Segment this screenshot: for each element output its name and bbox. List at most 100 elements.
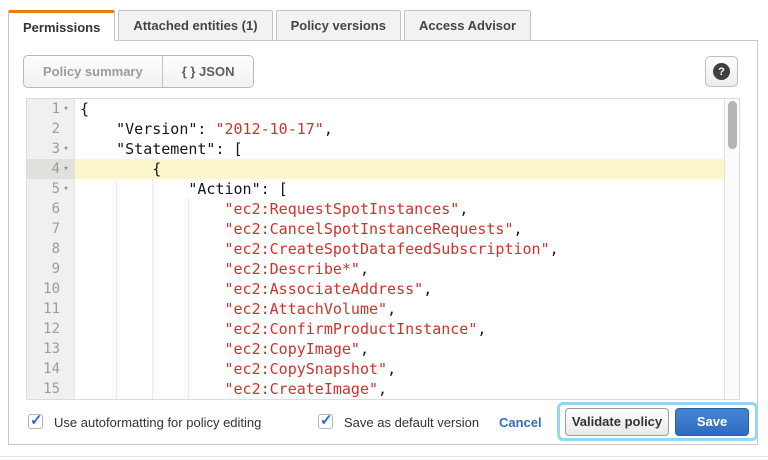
code-line-13: "ec2:CopyImage", [75,339,724,359]
json-plain-token [80,300,225,318]
save-default-version-checkbox[interactable]: ✓ [318,414,333,429]
code-line-1: { [75,99,724,119]
json-plain-token: , [459,200,468,218]
line-number: 5 [52,181,60,197]
fold-arrow-icon[interactable]: ▾ [60,164,72,174]
checkmark-icon: ✓ [30,411,43,429]
permissions-panel: Policy summary { } JSON ? 1▾23▾4▾5▾67891… [8,40,758,445]
tab-policy-versions[interactable]: Policy versions [276,10,401,40]
line-number: 12 [43,321,60,337]
tab-attached-entities[interactable]: Attached entities (1) [118,10,272,40]
gutter-line-6: 6 [27,199,74,219]
json-plain-token [80,320,225,338]
json-string-token: "ec2:AttachVolume" [225,300,388,318]
json-plain-token: , [378,380,387,398]
json-plain-token: , [387,360,396,378]
line-number: 8 [52,241,60,257]
json-view-button[interactable]: { } JSON [163,56,254,87]
tab-access-advisor-label: Access Advisor [419,18,516,33]
tab-policy-versions-label: Policy versions [291,18,386,33]
gutter-line-3[interactable]: 3▾ [27,139,74,159]
json-plain-token [80,200,225,218]
code-line-7: "ec2:CancelSpotInstanceRequests", [75,219,724,239]
editor-scrollbar-thumb[interactable] [728,101,737,149]
checkmark-icon: ✓ [320,411,333,429]
code-line-6: "ec2:RequestSpotInstances", [75,199,724,219]
json-plain-token [80,260,225,278]
line-number: 9 [52,261,60,277]
gutter-line-4[interactable]: 4▾ [27,159,74,179]
question-mark-icon: ? [713,63,730,80]
view-toggle-group: Policy summary { } JSON [23,55,254,88]
save-button[interactable]: Save [675,408,749,436]
code-line-10: "ec2:AssociateAddress", [75,279,724,299]
json-plain-token: , [550,240,559,258]
json-string-token: "ec2:RequestSpotInstances" [225,200,460,218]
code-line-11: "ec2:AttachVolume", [75,299,724,319]
json-string-token: "ec2:ConfirmProductInstance" [225,320,478,338]
tab-permissions-label: Permissions [23,20,100,35]
tab-access-advisor[interactable]: Access Advisor [404,10,531,40]
tab-permissions[interactable]: Permissions [8,10,115,41]
line-number: 14 [43,361,60,377]
code-line-5: "Action": [ [75,179,724,199]
gutter-line-14: 14 [27,359,74,379]
validate-policy-button[interactable]: Validate policy [565,408,669,436]
line-number: 15 [43,381,60,397]
json-plain-token: , [360,340,369,358]
policy-json-editor[interactable]: 1▾23▾4▾5▾6789101112131415 { "Version": "… [26,98,740,400]
tab-bar: Permissions Attached entities (1) Policy… [8,10,534,41]
code-line-15: "ec2:CreateImage", [75,379,724,399]
json-string-token: "2012-10-17" [215,120,323,138]
policy-summary-button[interactable]: Policy summary [24,56,163,87]
editor-code[interactable]: { "Version": "2012-10-17", "Statement": … [75,99,724,399]
line-number: 3 [52,141,60,157]
json-plain-token: "Action": [ [80,180,288,198]
json-plain-token: , [360,260,369,278]
json-plain-token [80,360,225,378]
line-number: 13 [43,341,60,357]
code-line-3: "Statement": [ [75,139,724,159]
json-plain-token: , [324,120,333,138]
gutter-line-11: 11 [27,299,74,319]
page-divider [0,456,768,457]
json-plain-token [80,220,225,238]
cancel-link[interactable]: Cancel [499,415,542,430]
fold-arrow-icon[interactable]: ▾ [60,184,72,194]
json-plain-token [80,240,225,258]
json-string-token: "ec2:CreateSpotDatafeedSubscription" [225,240,550,258]
json-plain-token: , [477,320,486,338]
json-plain-token: "Statement": [ [80,140,243,158]
primary-actions-focus-ring: Validate policy Save [557,402,758,441]
gutter-line-1[interactable]: 1▾ [27,99,74,119]
code-line-8: "ec2:CreateSpotDatafeedSubscription", [75,239,724,259]
autoformat-label: Use autoformatting for policy editing [54,415,261,430]
editor-gutter: 1▾23▾4▾5▾6789101112131415 [27,99,75,399]
fold-arrow-icon[interactable]: ▾ [60,104,72,114]
line-number: 2 [52,121,60,137]
fold-arrow-icon[interactable]: ▾ [60,144,72,154]
gutter-line-8: 8 [27,239,74,259]
json-string-token: "ec2:AssociateAddress" [225,280,424,298]
code-line-12: "ec2:ConfirmProductInstance", [75,319,724,339]
json-plain-token [80,340,225,358]
gutter-line-9: 9 [27,259,74,279]
json-plain-token: { [80,160,161,178]
autoformat-checkbox[interactable]: ✓ [28,414,43,429]
code-line-2: "Version": "2012-10-17", [75,119,724,139]
json-plain-token [80,380,225,398]
line-number: 4 [52,161,60,177]
json-plain-token: "Version": [80,120,215,138]
editor-scrollbar-track[interactable] [724,99,739,399]
code-line-9: "ec2:Describe*", [75,259,724,279]
line-number: 7 [52,221,60,237]
help-button[interactable]: ? [705,56,738,87]
gutter-line-10: 10 [27,279,74,299]
json-plain-token: { [80,100,89,118]
json-string-token: "ec2:CopyImage" [225,340,360,358]
tab-attached-entities-label: Attached entities (1) [133,18,257,33]
gutter-line-5[interactable]: 5▾ [27,179,74,199]
line-number: 1 [52,101,60,117]
json-plain-token [80,280,225,298]
gutter-line-2: 2 [27,119,74,139]
